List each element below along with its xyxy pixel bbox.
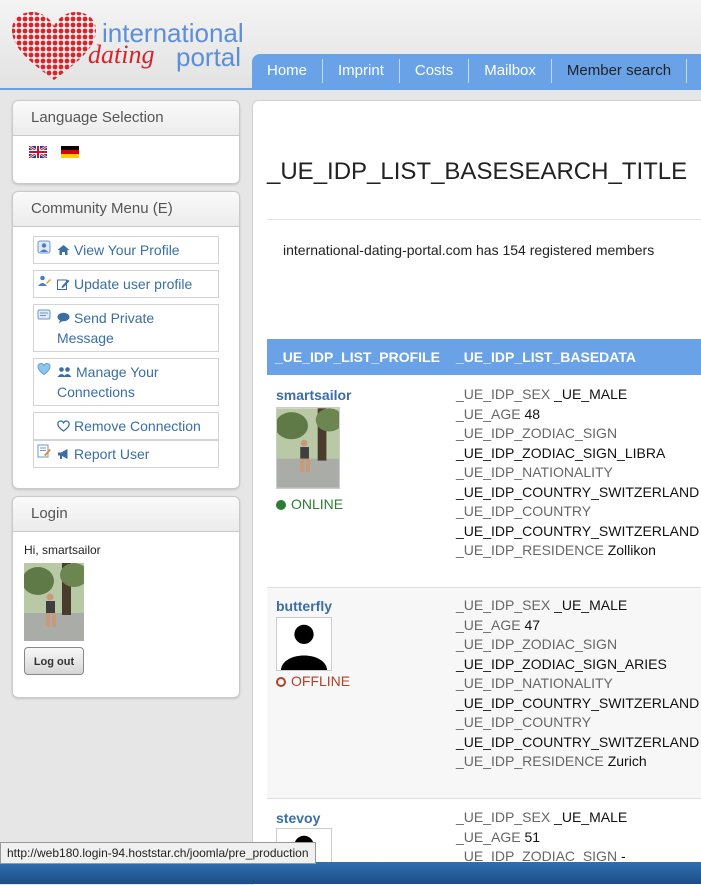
home-icon bbox=[57, 245, 70, 255]
edit-icon bbox=[57, 279, 70, 290]
field-value: _UE_IDP_COUNTRY_SWITZERLAND bbox=[456, 694, 700, 711]
main-content: _UE_IDP_LIST_BASESEARCH_TITLE internatio… bbox=[252, 100, 701, 885]
online-dot-icon bbox=[276, 500, 286, 510]
field-value: 47 bbox=[524, 616, 541, 633]
member-username-link[interactable]: butterfly bbox=[276, 598, 332, 614]
field-label: _UE_IDP_COUNTRY bbox=[456, 503, 592, 519]
member-username-link[interactable]: smartsailor bbox=[276, 387, 351, 403]
site-header: international dating portal Home Imprint… bbox=[0, 0, 701, 90]
report-user-link[interactable]: Report User bbox=[33, 440, 219, 468]
field-label: _UE_IDP_SEX bbox=[456, 809, 551, 825]
heart-logo-icon[interactable] bbox=[10, 10, 98, 82]
offline-dot-icon bbox=[276, 677, 286, 687]
field-label: _UE_IDP_COUNTRY bbox=[456, 714, 592, 730]
nav-costs[interactable]: Costs bbox=[400, 59, 470, 83]
field-value: _UE_IDP_COUNTRY_SWITZERLAND bbox=[456, 483, 700, 500]
language-selection-module: Language Selection bbox=[12, 100, 240, 184]
field-label: _UE_IDP_SEX bbox=[456, 597, 551, 613]
logo-text-dating: dating bbox=[88, 40, 155, 69]
member-avatar-placeholder[interactable] bbox=[276, 617, 332, 671]
browser-status-url: http://web180.login-94.hoststar.ch/jooml… bbox=[0, 842, 316, 864]
field-label: _UE_AGE bbox=[456, 616, 521, 633]
field-value: 51 bbox=[524, 828, 541, 845]
update-profile-label: Update user profile bbox=[74, 276, 193, 292]
community-module-title: Community Menu (E) bbox=[13, 192, 239, 227]
nav-underline bbox=[0, 88, 701, 90]
member-username-link[interactable]: stevoy bbox=[276, 810, 320, 826]
member-status-text: ONLINE bbox=[291, 496, 344, 512]
login-greeting: Hi, smartsailor bbox=[24, 543, 101, 557]
update-profile-link[interactable]: Update user profile bbox=[33, 270, 219, 298]
nav-imprint[interactable]: Imprint bbox=[323, 59, 400, 83]
field-label: _UE_IDP_NATIONALITY bbox=[456, 675, 613, 691]
remove-connection-link[interactable]: Remove Connection bbox=[33, 412, 219, 440]
page-title: _UE_IDP_LIST_BASESEARCH_TITLE bbox=[267, 158, 688, 185]
main-nav: Home Imprint Costs Mailbox Member search bbox=[252, 54, 701, 88]
field-label: _UE_AGE bbox=[456, 405, 521, 422]
field-label: _UE_IDP_ZODIAC_SIGN bbox=[456, 636, 618, 652]
users-icon bbox=[57, 367, 72, 377]
member-status-badge: ONLINE bbox=[276, 496, 343, 512]
bullhorn-icon bbox=[58, 449, 68, 459]
field-value: _UE_IDP_COUNTRY_SWITZERLAND bbox=[456, 733, 700, 750]
table-row: butterfly OFFLINE _UE_IDP_SEX _UE_MALE _… bbox=[267, 588, 701, 799]
logout-button[interactable]: Log out bbox=[24, 647, 84, 675]
view-profile-link[interactable]: View Your Profile bbox=[33, 236, 219, 264]
table-row: smartsailor ONLINE _UE_IDP_SEX _UE_MALE … bbox=[267, 375, 701, 588]
field-value: _UE_MALE bbox=[554, 386, 628, 402]
field-value: 48 bbox=[524, 405, 541, 422]
heart-icon bbox=[37, 362, 51, 376]
nav-mailbox[interactable]: Mailbox bbox=[469, 59, 552, 83]
login-module: Login Hi, smartsailor Log out bbox=[12, 496, 240, 698]
comment-icon bbox=[57, 312, 70, 324]
field-label: _UE_IDP_SEX bbox=[456, 386, 551, 402]
field-label: _UE_IDP_RESIDENCE bbox=[456, 753, 604, 769]
field-value: _UE_IDP_ZODIAC_SIGN_LIBRA bbox=[456, 444, 666, 461]
nav-home[interactable]: Home bbox=[252, 59, 324, 83]
report-edit-icon bbox=[37, 444, 51, 458]
field-label: _UE_IDP_ZODIAC_SIGN bbox=[456, 425, 618, 441]
report-user-label: Report User bbox=[74, 446, 150, 462]
uk-flag-icon[interactable] bbox=[29, 146, 47, 158]
os-taskbar bbox=[0, 862, 701, 884]
community-menu-module: Community Menu (E) View Your Profile Upd… bbox=[12, 191, 240, 489]
field-label: _UE_IDP_RESIDENCE bbox=[456, 542, 604, 558]
germany-flag-icon[interactable] bbox=[61, 146, 79, 158]
manage-connections-link[interactable]: Manage Your Connections bbox=[33, 358, 219, 406]
user-card-icon bbox=[37, 240, 51, 254]
heart-outline-icon bbox=[57, 420, 70, 432]
title-divider bbox=[267, 219, 701, 220]
field-value: Zurich bbox=[607, 753, 647, 769]
member-status-badge: OFFLINE bbox=[276, 673, 350, 689]
nav-member-search[interactable]: Member search bbox=[552, 59, 688, 83]
column-header-profile: _UE_IDP_LIST_PROFILE bbox=[275, 349, 440, 365]
field-value: _UE_MALE bbox=[554, 809, 628, 825]
logo-text-portal: portal bbox=[176, 42, 242, 72]
user-edit-icon bbox=[38, 275, 51, 286]
member-avatar[interactable] bbox=[276, 407, 340, 489]
manage-connections-label: Manage Your Connections bbox=[57, 364, 159, 400]
field-value: _UE_MALE bbox=[554, 597, 628, 613]
field-value: _UE_IDP_COUNTRY_SWITZERLAND bbox=[456, 522, 700, 539]
language-module-title: Language Selection bbox=[13, 101, 239, 136]
field-value: Zollikon bbox=[607, 542, 656, 558]
user-avatar bbox=[24, 563, 84, 641]
member-basedata: _UE_IDP_SEX _UE_MALE _UE_AGE 47 _UE_IDP_… bbox=[456, 596, 699, 772]
view-profile-label: View Your Profile bbox=[74, 242, 180, 258]
field-label: _UE_IDP_NATIONALITY bbox=[456, 464, 613, 480]
send-private-message-link[interactable]: Send Private Message bbox=[33, 304, 219, 352]
members-table-header: _UE_IDP_LIST_PROFILE _UE_IDP_LIST_BASEDA… bbox=[267, 339, 701, 375]
send-private-message-label: Send Private Message bbox=[57, 310, 155, 346]
member-basedata: _UE_IDP_SEX _UE_MALE _UE_AGE 48 _UE_IDP_… bbox=[456, 385, 699, 561]
column-header-basedata: _UE_IDP_LIST_BASEDATA bbox=[456, 349, 636, 365]
member-count-text: international-dating-portal.com has 154 … bbox=[283, 242, 655, 258]
member-basedata: _UE_IDP_SEX _UE_MALE _UE_AGE 51 _UE_IDP_… bbox=[456, 808, 627, 867]
member-status-text: OFFLINE bbox=[291, 673, 351, 689]
login-module-title: Login bbox=[13, 497, 239, 532]
field-value: _UE_IDP_ZODIAC_SIGN_ARIES bbox=[456, 655, 667, 672]
remove-connection-label: Remove Connection bbox=[74, 418, 201, 434]
field-label: _UE_AGE bbox=[456, 828, 521, 845]
message-icon bbox=[37, 309, 51, 320]
